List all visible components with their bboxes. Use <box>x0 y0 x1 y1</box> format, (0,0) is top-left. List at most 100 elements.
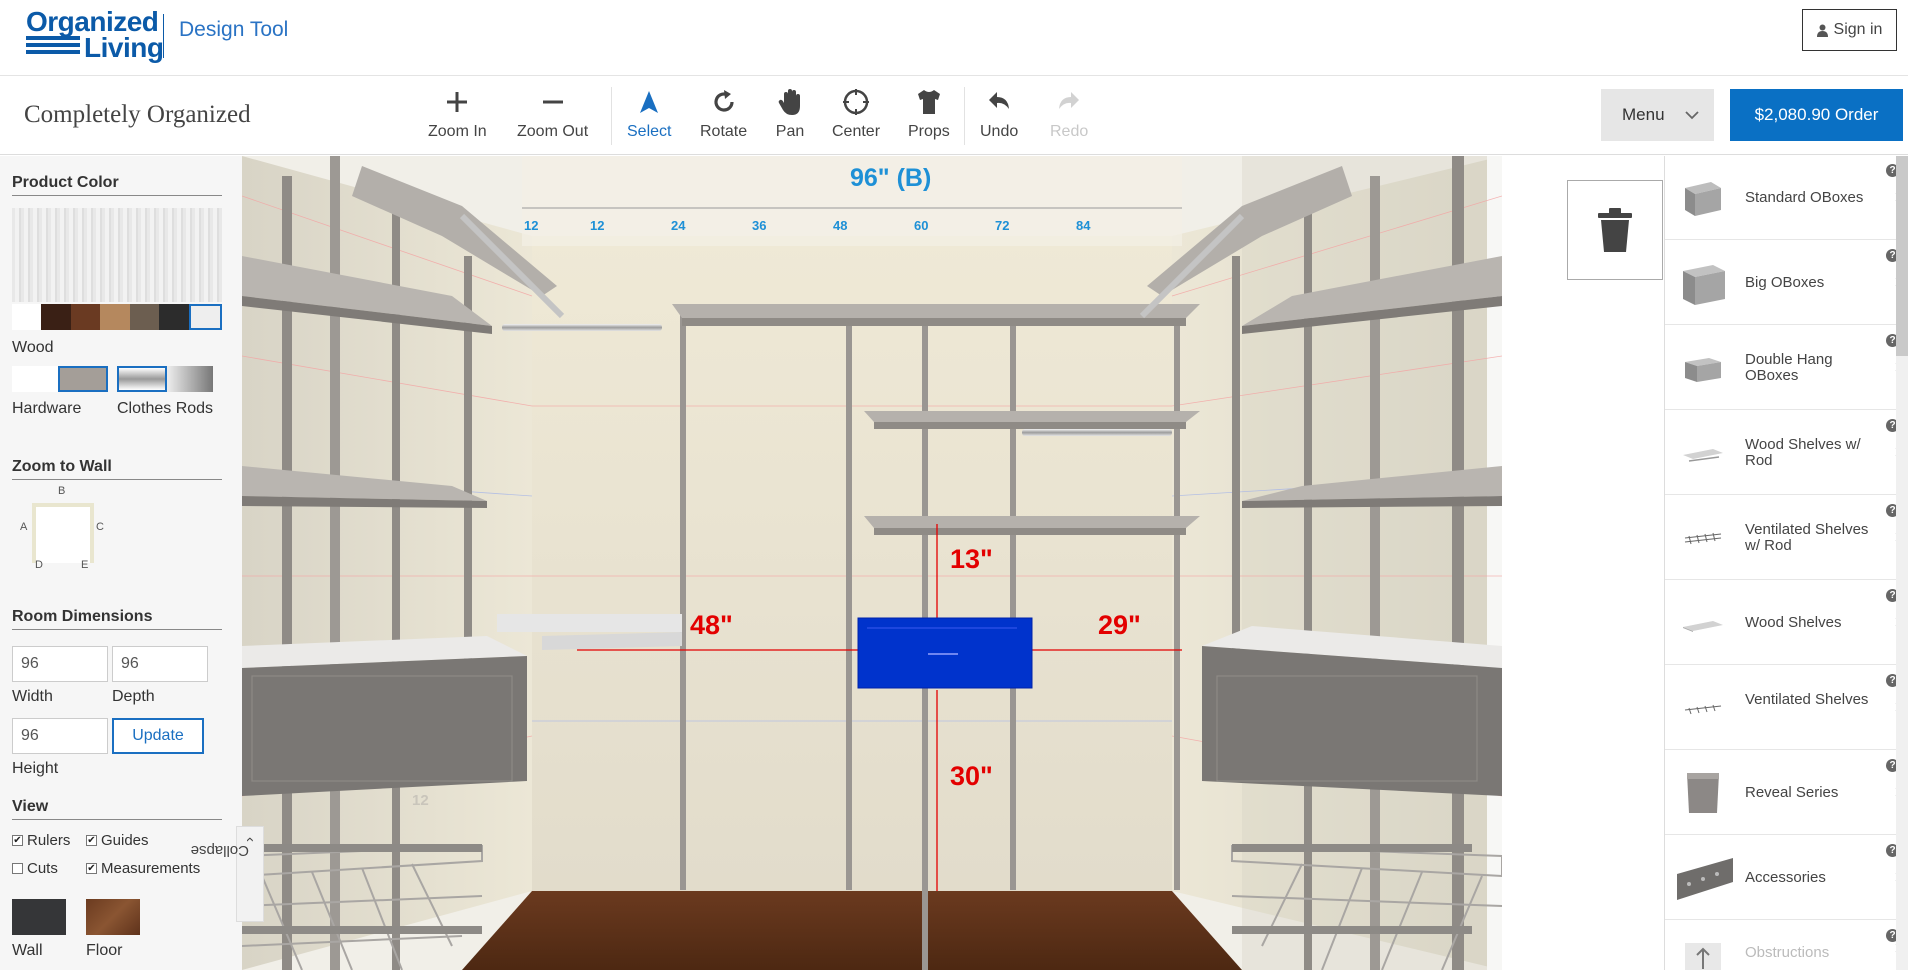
wall-e-button[interactable]: E <box>81 559 88 571</box>
update-button[interactable]: Update <box>112 718 204 754</box>
rulers-checkbox[interactable]: ✔ Rulers <box>12 832 70 849</box>
redo-icon <box>1059 92 1080 109</box>
catalog-scrollbar[interactable] <box>1896 156 1908 970</box>
reveal-series-thumbnail <box>1687 773 1719 813</box>
tool-name: Design Tool <box>179 18 289 41</box>
closet-3d-viewport[interactable]: 96" (B) 12 12 24 36 48 60 72 84 13" 48" … <box>242 156 1502 970</box>
select-arrow-icon <box>640 91 659 113</box>
wood-swatch-espresso[interactable] <box>41 304 71 330</box>
zoom-out-button[interactable]: Zoom Out <box>517 87 588 147</box>
obstructions-thumbnail <box>1685 943 1721 970</box>
delete-button[interactable] <box>1567 180 1663 280</box>
accessories-thumbnail <box>1677 858 1733 900</box>
clothes-rods-swatches <box>117 366 213 392</box>
chevron-down-icon <box>1685 111 1699 120</box>
rulers-check-icon: ✔ <box>12 835 23 846</box>
product-big-oboxes[interactable]: Big OBoxes ? › <box>1665 241 1908 325</box>
wood-shelf-rod-thumbnail <box>1683 449 1723 462</box>
undo-button[interactable]: Undo <box>980 87 1018 147</box>
ruler-tick: 12 <box>524 218 539 233</box>
shirt-icon <box>917 90 940 114</box>
product-wood-shelves-with-rod[interactable]: Wood Shelves w/ Rod ? › <box>1665 411 1908 495</box>
wood-swatch-grey-selected[interactable] <box>188 304 222 330</box>
order-button[interactable]: $2,080.90 Order <box>1730 89 1903 141</box>
wood-swatch-black[interactable] <box>159 304 189 330</box>
measurements-checkbox[interactable]: ✔ Measurements <box>86 860 200 877</box>
guides-checkbox[interactable]: ✔ Guides <box>86 832 149 849</box>
clothes-rods-label: Clothes Rods <box>117 400 214 417</box>
user-icon <box>1816 24 1828 37</box>
wall-selector-diagram: B A C D E <box>20 485 110 571</box>
product-wood-shelves[interactable]: Wood Shelves ? › <box>1665 581 1908 665</box>
selected-obox[interactable] <box>857 617 1033 689</box>
product-name: Ventilated Shelves <box>1745 691 1869 708</box>
floor-color-swatch[interactable] <box>86 899 140 935</box>
zoom-in-button[interactable]: Zoom In <box>428 87 487 147</box>
wood-shelf-thumbnail <box>1683 621 1723 632</box>
logo-bars-icon <box>26 36 80 60</box>
side-wall-ruler-tick: 12 <box>412 792 429 809</box>
wall-c-button[interactable]: C <box>96 521 104 533</box>
cuts-check-icon <box>12 863 23 874</box>
product-reveal-series[interactable]: Reveal Series ? › <box>1665 751 1908 835</box>
rotate-icon <box>713 90 734 112</box>
product-ventilated-shelves[interactable]: Ventilated Shelves ? › <box>1665 666 1908 750</box>
ruler-tick: 48 <box>833 218 848 233</box>
product-name: Big OBoxes <box>1745 274 1825 291</box>
product-color-title: Product Color <box>12 174 222 196</box>
height-label: Height <box>12 760 59 777</box>
product-standard-oboxes[interactable]: Standard OBoxes ? › <box>1665 156 1908 240</box>
floor <box>462 891 1242 970</box>
undo-label: Undo <box>980 123 1019 140</box>
width-input[interactable]: 96 <box>12 646 108 682</box>
hand-icon <box>778 89 800 115</box>
pan-label: Pan <box>775 123 805 140</box>
wall-label: Wall <box>12 942 43 959</box>
dimension-right-label: 29" <box>1098 610 1141 640</box>
wood-swatch-walnut[interactable] <box>70 304 101 330</box>
organized-living-logo[interactable]: Organized Living <box>26 6 164 66</box>
width-label: Width <box>12 688 53 705</box>
cuts-checkbox[interactable]: Cuts <box>12 860 58 877</box>
logo-line2: Living <box>84 32 164 63</box>
center-button[interactable]: Center <box>832 87 880 147</box>
wall-b-button[interactable]: B <box>58 485 65 497</box>
product-double-hang-oboxes[interactable]: Double Hang OBoxes ? › <box>1665 326 1908 410</box>
ventilated-shelf-rod-thumbnail <box>1684 532 1722 545</box>
menu-dropdown[interactable]: Menu <box>1601 89 1714 141</box>
ruler-tick: 36 <box>752 218 767 233</box>
wall-d-button[interactable]: D <box>35 559 43 571</box>
cuts-label: Cuts <box>27 860 58 877</box>
wood-swatch-driftwood[interactable] <box>129 304 160 330</box>
measurements-check-icon: ✔ <box>86 863 97 874</box>
wall-a-button[interactable]: A <box>20 521 27 533</box>
depth-input[interactable]: 96 <box>112 646 208 682</box>
product-obstructions[interactable]: Obstructions ? › <box>1665 921 1908 970</box>
ruler-tick: 84 <box>1076 218 1091 233</box>
hardware-swatch-grey-selected[interactable] <box>58 366 108 392</box>
rod-swatch-nickel[interactable] <box>167 366 213 392</box>
collapse-panel-tab[interactable]: Collapse ‹ <box>191 826 264 922</box>
wood-texture-preview <box>12 208 222 302</box>
height-input[interactable]: 96 <box>12 718 108 754</box>
ruler-tick: 12 <box>590 218 605 233</box>
scrollbar-thumb[interactable] <box>1896 156 1908 356</box>
product-name: Standard OBoxes <box>1745 189 1864 206</box>
measurements-label: Measurements <box>101 860 201 877</box>
wood-swatch-white[interactable] <box>12 304 42 330</box>
select-button[interactable]: Select <box>627 87 671 147</box>
product-accessories[interactable]: Accessories ? › <box>1665 836 1908 920</box>
hardware-swatch-white[interactable] <box>12 366 58 392</box>
pan-button[interactable]: Pan <box>775 87 805 147</box>
rotate-button[interactable]: Rotate <box>700 87 747 147</box>
props-label: Props <box>908 123 950 140</box>
sign-in-button[interactable]: Sign in <box>1802 9 1897 51</box>
wood-swatch-maple[interactable] <box>100 304 130 330</box>
minus-icon <box>542 100 563 104</box>
wall-color-swatch[interactable] <box>12 899 66 935</box>
redo-button[interactable]: Redo <box>1050 87 1088 147</box>
props-button[interactable]: Props <box>908 87 950 147</box>
dimension-left-label: 48" <box>690 610 733 640</box>
rod-swatch-chrome-selected[interactable] <box>117 366 167 392</box>
product-ventilated-shelves-with-rod[interactable]: Ventilated Shelves w/ Rod ? › <box>1665 496 1908 580</box>
